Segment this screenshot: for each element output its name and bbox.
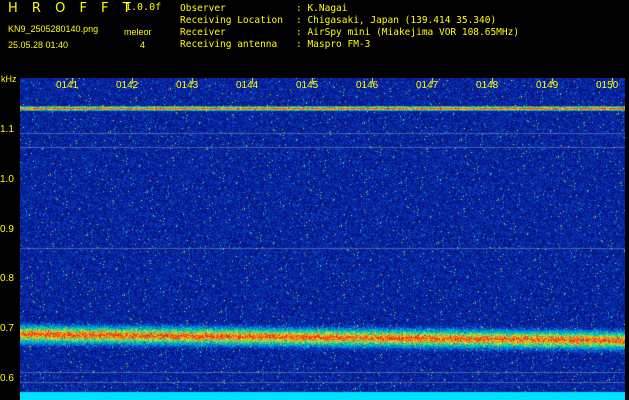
y-tick-label: 0.9 [0,224,14,235]
info-key: Observer [180,3,226,14]
y-tick-label: 0.8 [0,273,14,284]
x-tick-label: 0149 [536,80,559,91]
info-key: Receiver [180,27,226,38]
capture-datetime: 25.05.28 01:40 [8,40,69,50]
info-value: : AirSpy mini (Miakejima VOR 108.65MHz) [296,27,520,38]
x-tick-label: 0147 [416,80,439,91]
y-tick-label: 0.6 [0,373,14,384]
station-info: Observer : K.Nagai Receiving Location : Ch… [180,3,519,51]
y-tick-label: 0.7 [0,323,14,334]
x-tick-label: 0150 [596,80,619,91]
info-key: Receiving Location [180,15,283,26]
mode-label: meleor [124,27,152,37]
waterfall-spectrogram[interactable] [20,78,625,400]
info-value: : Chigasaki, Japan (139.414 35.340) [296,15,497,26]
y-axis-unit: kHz [1,74,17,84]
info-row-observer: Observer : K.Nagai [180,3,519,15]
app-version: 1.0.0f [125,2,162,13]
waterfall-canvas [20,78,625,400]
x-tick-label: 0142 [116,80,139,91]
file-name: KN9_2505280140.png [8,24,99,34]
info-value: : Maspro FM-3 [296,39,371,50]
info-key: Receiving antenna [180,39,278,50]
info-row-location: Receiving Location : Chigasaki, Japan (13… [180,15,519,27]
x-tick-label: 0143 [176,80,199,91]
info-row-antenna: Receiving antenna : Maspro FM-3 [180,39,519,51]
app-title: H R O F F T [8,1,136,16]
x-tick-label: 0145 [296,80,319,91]
y-tick-label: 1.0 [0,174,14,185]
x-tick-label: 0141 [56,80,79,91]
x-tick-label: 0144 [236,80,259,91]
info-value: : K.Nagai [296,3,348,14]
x-tick-label: 0146 [356,80,379,91]
channel-number: 4 [140,40,146,50]
y-tick-label: 1.1 [0,124,14,135]
x-tick-label: 0148 [476,80,499,91]
info-row-receiver: Receiver : AirSpy mini (Miakejima VOR 108… [180,27,519,39]
